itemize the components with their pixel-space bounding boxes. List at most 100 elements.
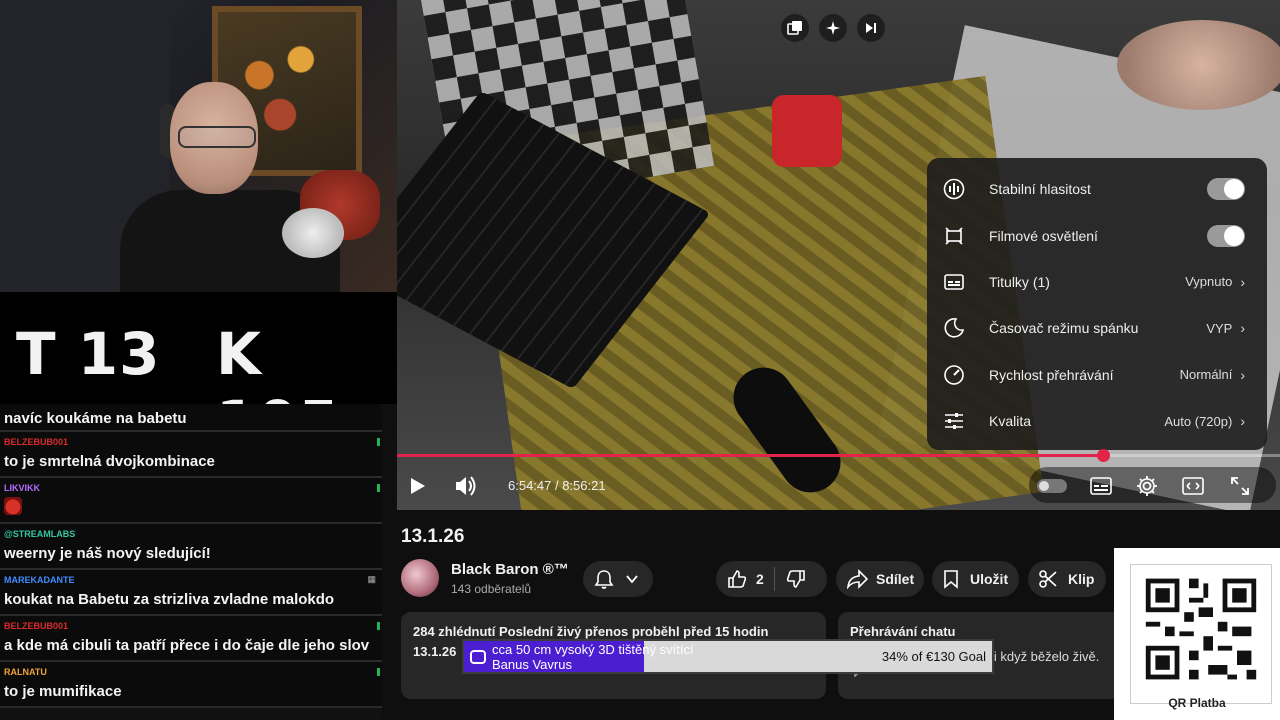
chat-message-text: a kde má cibuli ta patří přece i do čaje… (4, 637, 370, 654)
glasses (178, 126, 256, 148)
subtitles-button[interactable] (1085, 470, 1117, 502)
video-player[interactable]: Stabilní hlasitost Filmové osvětlení Tit… (397, 0, 1280, 510)
thumbs-up-icon (728, 570, 747, 588)
settings-item-value: Normální (1179, 367, 1233, 383)
stable-volume-toggle[interactable] (1207, 178, 1245, 201)
progress-scrubber[interactable] (1096, 449, 1110, 462)
qr-code-frame (1130, 564, 1272, 704)
qr-payment-panel: QR Platba (1114, 548, 1280, 720)
settings-item-label: Kvalita (989, 413, 1032, 430)
save-button[interactable]: Uložit (932, 561, 1019, 597)
donation-goal-bar: cca 50 cm vysoký 3D tištěný svítící Banu… (462, 639, 994, 674)
settings-item-subtitles[interactable]: Titulky (1) Vypnuto › (927, 259, 1267, 305)
settings-item-sleep-timer[interactable]: Časovač režimu spánku VYP › (927, 305, 1267, 351)
save-label: Uložit (970, 571, 1009, 587)
theater-mode-button[interactable] (1177, 470, 1209, 502)
chat-message: MAREKADANTE koukat na Babetu za strizliv… (0, 570, 382, 616)
counter-t: T 13 (16, 320, 161, 388)
share-button[interactable]: Sdílet (836, 561, 924, 597)
settings-item-value: Auto (720p) (1164, 413, 1233, 429)
skip-next-button[interactable] (857, 14, 885, 42)
subtitles-icon (941, 269, 967, 295)
settings-item-label: Filmové osvětlení (989, 227, 1098, 244)
chat-indicator (377, 622, 380, 630)
qr-code (1145, 578, 1257, 680)
chat-username: RALNATU (4, 667, 47, 677)
avatar[interactable] (401, 559, 439, 597)
chat-username: @STREAMLABS (4, 529, 76, 539)
chevron-right-icon: › (1240, 273, 1245, 290)
chat-message-text: koukat na Babetu za strizliva zvladne ma… (4, 591, 335, 608)
chat-message: navíc koukáme na babetu (0, 404, 382, 432)
settings-item-stable-volume[interactable]: Stabilní hlasitost (927, 166, 1267, 212)
like-count: 2 (756, 571, 764, 587)
chat-username: BELZEBUB001 (4, 621, 69, 631)
chevron-right-icon: › (1240, 413, 1245, 430)
chat-message-text: navíc koukáme na babetu (4, 410, 187, 427)
chat-indicator (377, 668, 380, 676)
like-dislike-group: 2 (716, 561, 827, 597)
gear-icon (1137, 476, 1157, 496)
like-button[interactable]: 2 (726, 568, 764, 590)
player-controls: 6:54:47 / 8:56:21 (397, 462, 1280, 508)
sparkle-icon (826, 21, 840, 35)
qr-label: QR Platba (1168, 696, 1226, 710)
player-top-icons (781, 14, 885, 42)
webcam-feed (0, 0, 397, 292)
chat-message: BELZEBUB001 to je smrtelná dvojkombinace (0, 432, 382, 478)
quality-icon (941, 408, 967, 434)
description-date: 13.1.26 (413, 644, 457, 659)
settings-item-value: VYP (1206, 320, 1233, 336)
chat-message: BELZEBUB001 a kde má cibuli ta patří pře… (0, 616, 382, 662)
settings-item-quality[interactable]: Kvalita Auto (720p) › (927, 398, 1267, 444)
notifications-button[interactable] (583, 561, 653, 597)
settings-item-playback-speed[interactable]: Rychlost přehrávání Normální › (927, 352, 1267, 398)
chat-message-text: to je mumifikace (4, 683, 122, 700)
channel-name[interactable]: Black Baron ®™ (451, 561, 569, 578)
ambient-mode-toggle[interactable] (1207, 224, 1245, 247)
scissors-icon (1039, 570, 1057, 588)
chat-username: LIKVIKK (4, 483, 40, 493)
volume-icon (456, 476, 476, 496)
chat-replay-title: Přehrávání chatu (850, 624, 956, 639)
ai-sparkle-button[interactable] (819, 14, 847, 42)
playback-speed-icon (941, 362, 967, 388)
progress-fill (397, 454, 1103, 457)
settings-menu: Stabilní hlasitost Filmové osvětlení Tit… (927, 158, 1267, 450)
fullscreen-button[interactable] (1224, 470, 1256, 502)
play-button[interactable] (401, 470, 433, 502)
stream-chat: navíc koukáme na babetu BELZEBUB001 to j… (0, 404, 382, 720)
clip-button[interactable]: Klip (1028, 561, 1106, 597)
ambient-mode-icon (941, 223, 967, 249)
chevron-right-icon: › (1240, 366, 1245, 383)
chat-indicator (377, 484, 380, 492)
theater-icon (1182, 477, 1204, 495)
skip-next-icon (866, 23, 876, 33)
chat-indicator (377, 438, 380, 446)
chat-message-text: to je smrtelná dvojkombinace (4, 453, 215, 470)
chevron-right-icon: › (1240, 320, 1245, 337)
video-scene-hand (1117, 20, 1280, 110)
share-icon (846, 569, 868, 589)
copy-icon (787, 21, 802, 35)
progress-bar[interactable] (397, 449, 1280, 462)
settings-item-label: Časovač režimu spánku (989, 320, 1139, 337)
video-title: 13.1.26 (401, 526, 465, 547)
chat-message-text: weerny je náš nový sledující! (4, 545, 211, 562)
miniplayer-button[interactable] (781, 14, 809, 42)
volume-button[interactable] (450, 470, 482, 502)
chat-username: BELZEBUB001 (4, 437, 69, 447)
donation-icon (470, 650, 486, 664)
time-display: 6:54:47 / 8:56:21 (508, 478, 606, 493)
clip-label: Klip (1068, 571, 1095, 587)
settings-button[interactable] (1131, 470, 1163, 502)
autoplay-toggle[interactable] (1037, 479, 1067, 493)
goal-title-line2: Banus Vavrus (492, 657, 572, 672)
red-devil-emote (4, 497, 22, 515)
fullscreen-icon (1231, 477, 1249, 495)
settings-item-ambient-mode[interactable]: Filmové osvětlení (927, 212, 1267, 258)
dislike-button[interactable] (785, 568, 807, 590)
play-icon (411, 478, 425, 494)
settings-item-label: Titulky (1) (989, 273, 1050, 290)
description-views: 284 zhlédnutí Poslední živý přenos probě… (413, 624, 769, 639)
